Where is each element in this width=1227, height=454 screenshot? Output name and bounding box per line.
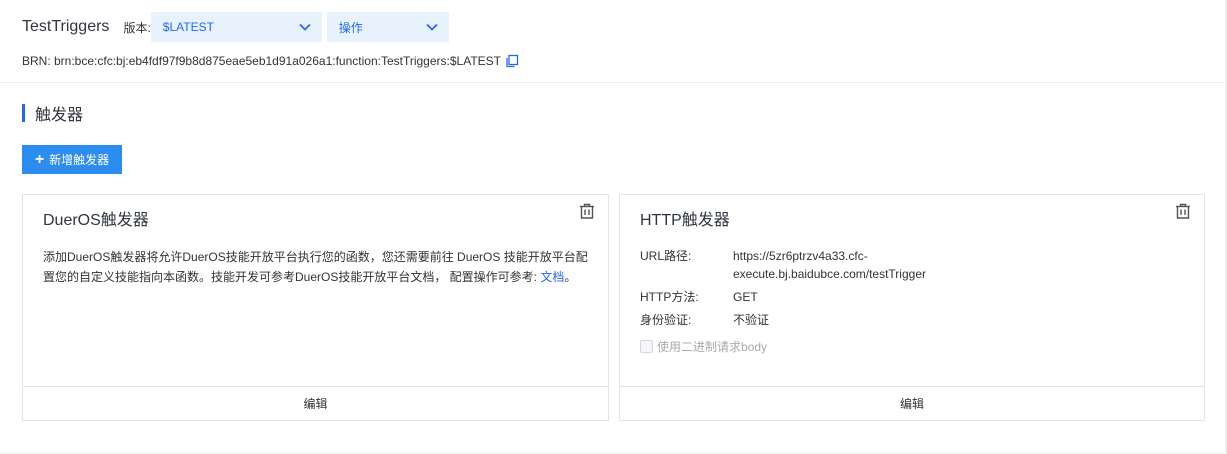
auth-value: 不验证 <box>733 313 770 327</box>
card-title: HTTP触发器 <box>640 212 730 229</box>
binary-body-row: 使用二进制请求body <box>640 338 767 355</box>
dueros-description: 添加DuerOS触发器将允许DuerOS技能开放平台执行您的函数，您还需要前往 … <box>43 247 588 287</box>
url-value: https://5zr6ptrzv4a33.cfc-execute.bj.bai… <box>733 249 926 281</box>
edit-button[interactable]: 编辑 <box>23 386 608 420</box>
dueros-description-end: 。 <box>564 270 577 284</box>
card-title: DuerOS触发器 <box>43 212 149 229</box>
dueros-description-text: 添加DuerOS触发器将允许DuerOS技能开放平台执行您的函数，您还需要前往 … <box>43 250 588 284</box>
add-trigger-label: 新增触发器 <box>49 153 110 167</box>
http-trigger-card: HTTP触发器 URL路径: https://5zr6ptrzv4a33.cfc… <box>619 194 1205 421</box>
trash-icon[interactable] <box>1174 202 1192 220</box>
function-header: TestTriggers 版本: $LATEST 操作 <box>22 12 449 42</box>
method-value: GET <box>733 290 758 304</box>
copy-icon[interactable] <box>505 54 519 68</box>
docs-link[interactable]: 文档 <box>540 270 564 284</box>
section-title-text: 触发器 <box>35 107 84 124</box>
operations-select-value: 操作 <box>338 20 363 35</box>
dueros-trigger-card: DuerOS触发器 添加DuerOS触发器将允许DuerOS技能开放平台执行您的… <box>22 194 609 421</box>
section-title: 触发器 <box>22 103 84 124</box>
function-name: TestTriggers <box>22 18 110 35</box>
header-divider <box>0 82 1225 83</box>
method-row: HTTP方法: GET <box>640 288 993 306</box>
chevron-down-icon <box>426 23 438 31</box>
chevron-down-icon <box>299 23 311 31</box>
auth-label: 身份验证: <box>640 313 692 327</box>
brn-text: BRN: brn:bce:cfc:bj:eb4fdf97f9b8d875eae5… <box>22 54 501 68</box>
operations-select[interactable]: 操作 <box>326 12 449 42</box>
binary-body-checkbox[interactable] <box>640 340 653 353</box>
version-select[interactable]: $LATEST <box>150 12 322 42</box>
plus-icon: + <box>34 150 45 168</box>
url-label: URL路径: <box>640 249 692 263</box>
version-label: 版本: <box>123 20 151 35</box>
auth-row: 身份验证: 不验证 <box>640 311 993 329</box>
trash-icon[interactable] <box>578 202 596 220</box>
url-row: URL路径: https://5zr6ptrzv4a33.cfc-execute… <box>640 247 948 283</box>
edit-button[interactable]: 编辑 <box>620 386 1204 420</box>
version-select-value: $LATEST <box>162 20 214 34</box>
brn-row: BRN: brn:bce:cfc:bj:eb4fdf97f9b8d875eae5… <box>22 54 519 68</box>
binary-body-label: 使用二进制请求body <box>657 340 768 354</box>
add-trigger-button[interactable]: + 新增触发器 <box>22 145 122 174</box>
section-title-bar <box>22 104 25 122</box>
method-label: HTTP方法: <box>640 290 699 304</box>
